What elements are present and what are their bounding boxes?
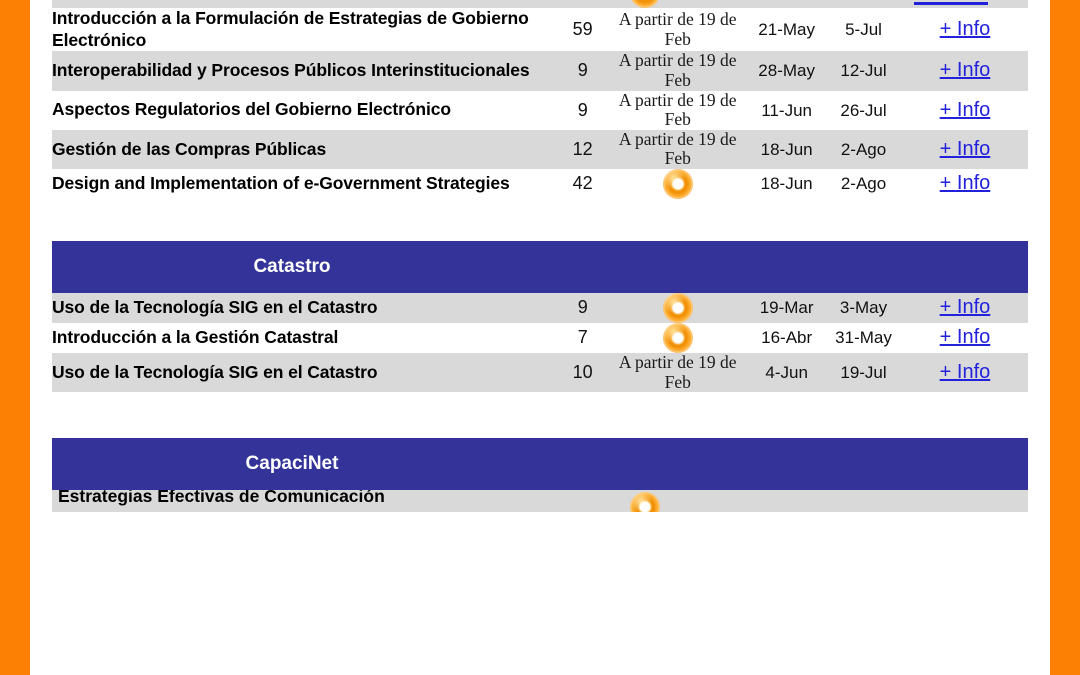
course-count: 10 xyxy=(572,362,593,383)
top-partial-row xyxy=(52,0,1028,8)
course-start-date: 4-Jun xyxy=(765,363,808,383)
course-start-date: 21-May xyxy=(758,20,815,40)
course-table-body: Introducción a la Formulación de Estrate… xyxy=(52,8,1028,199)
info-link[interactable]: + Info xyxy=(940,361,991,383)
info-link[interactable]: + Info xyxy=(940,59,991,81)
course-open-date: A partir de 19 de Feb xyxy=(618,351,737,392)
course-table-catastro: Uso de la Tecnología SIG en el Catastro … xyxy=(52,292,1028,393)
course-title: Introducción a la Gestión Catastral xyxy=(52,327,339,348)
course-open-status xyxy=(607,168,748,199)
course-count: 9 xyxy=(577,99,588,120)
section-header-catastro: Catastro xyxy=(52,240,1028,293)
table-row[interactable]: Uso de la Tecnología SIG en el Catastro … xyxy=(52,292,1028,323)
info-link[interactable]: + Info xyxy=(940,138,991,160)
course-title: Estrategias Efectivas de Comunicación xyxy=(58,490,385,507)
course-title: Gestión de las Compras Públicas xyxy=(52,138,327,159)
course-open-date: A partir de 19 de Feb xyxy=(618,9,737,49)
table-row[interactable]: Introducción a la Formulación de Estrate… xyxy=(52,8,1028,52)
course-title: Interoperabilidad y Procesos Públicos In… xyxy=(52,60,530,81)
info-link[interactable]: + Info xyxy=(940,296,991,318)
course-info-cell: + Info xyxy=(902,323,1028,353)
course-count: 42 xyxy=(572,173,593,194)
info-link[interactable]: + Info xyxy=(940,99,991,121)
course-title: Uso de la Tecnología SIG en el Catastro xyxy=(52,297,378,318)
course-title: Design and Implementation of e-Governmen… xyxy=(52,173,510,194)
course-count: 59 xyxy=(572,19,593,40)
course-info-cell: + Info xyxy=(902,8,1028,51)
course-end-date: 26-Jul xyxy=(840,100,887,120)
course-count: 7 xyxy=(577,327,588,348)
course-count: 12 xyxy=(572,138,593,159)
info-link[interactable]: + Info xyxy=(940,326,991,348)
info-link[interactable]: + Info xyxy=(940,18,991,40)
section-spacer xyxy=(52,198,1028,241)
table-row[interactable]: Design and Implementation of e-Governmen… xyxy=(52,168,1028,199)
bottom-partial-row[interactable]: Estrategias Efectivas de Comunicación xyxy=(52,490,1028,513)
section-header-label: Catastro xyxy=(253,255,331,277)
course-info-cell: + Info xyxy=(902,130,1028,169)
course-open-status xyxy=(607,322,748,353)
course-info-cell: + Info xyxy=(902,91,1028,130)
course-end-date: 31-May xyxy=(835,328,892,348)
course-open-status xyxy=(607,292,748,323)
course-table-gobierno-electronico: Introducción a la Formulación de Estrate… xyxy=(52,8,1028,199)
table-row[interactable]: Aspectos Regulatorios del Gobierno Elect… xyxy=(52,89,1028,130)
course-listing-content: Introducción a la Formulación de Estrate… xyxy=(52,0,1028,675)
section-spacer xyxy=(52,392,1028,439)
orange-disc-icon xyxy=(662,168,693,199)
course-end-date: 19-Jul xyxy=(840,363,887,383)
table-row[interactable]: Introducción a la Gestión Catastral 7 16… xyxy=(52,322,1028,353)
section-header-capacinet: CapaciNet xyxy=(52,438,1028,491)
orange-disc-icon xyxy=(662,292,693,323)
course-start-date: 19-Mar xyxy=(759,298,814,318)
course-end-date: 12-Jul xyxy=(840,61,887,81)
course-title: Uso de la Tecnología SIG en el Catastro xyxy=(52,361,378,382)
right-orange-border xyxy=(1050,0,1080,675)
course-start-date: 16-Abr xyxy=(761,328,813,348)
orange-disc-icon xyxy=(630,0,660,8)
table-row[interactable]: Uso de la Tecnología SIG en el Catastro … xyxy=(52,351,1028,393)
section-header-label: CapaciNet xyxy=(245,453,339,475)
info-link-underline[interactable] xyxy=(914,2,988,5)
course-start-date: 18-Jun xyxy=(760,139,813,159)
course-open-date: A partir de 19 de Feb xyxy=(618,128,737,169)
page-root: Introducción a la Formulación de Estrate… xyxy=(0,0,1080,675)
course-count: 9 xyxy=(577,60,588,81)
course-end-date: 2-Ago xyxy=(840,174,887,194)
course-start-date: 11-Jun xyxy=(761,100,812,120)
orange-disc-icon xyxy=(630,492,660,513)
course-end-date: 3-May xyxy=(839,298,888,318)
course-start-date: 28-May xyxy=(758,61,815,81)
course-end-date: 5-Jul xyxy=(845,20,882,40)
course-info-cell: + Info xyxy=(902,51,1028,90)
course-title: Introducción a la Formulación de Estrate… xyxy=(52,8,529,50)
orange-disc-icon xyxy=(662,322,693,353)
course-info-cell: + Info xyxy=(902,353,1028,392)
table-row[interactable]: Gestión de las Compras Públicas 12 A par… xyxy=(52,128,1028,169)
course-table-body: Uso de la Tecnología SIG en el Catastro … xyxy=(52,292,1028,393)
course-info-cell: + Info xyxy=(902,293,1028,323)
course-start-date: 18-Jun xyxy=(760,174,813,194)
table-row[interactable]: Interoperabilidad y Procesos Públicos In… xyxy=(52,50,1028,91)
course-info-cell: + Info xyxy=(902,169,1028,199)
course-open-date: A partir de 19 de Feb xyxy=(618,89,737,130)
course-count: 9 xyxy=(577,297,588,318)
course-open-date: A partir de 19 de Feb xyxy=(618,50,737,90)
left-orange-border xyxy=(0,0,30,675)
course-end-date: 2-Ago xyxy=(840,139,887,159)
course-title: Aspectos Regulatorios del Gobierno Elect… xyxy=(52,99,451,120)
info-link[interactable]: + Info xyxy=(940,172,991,194)
